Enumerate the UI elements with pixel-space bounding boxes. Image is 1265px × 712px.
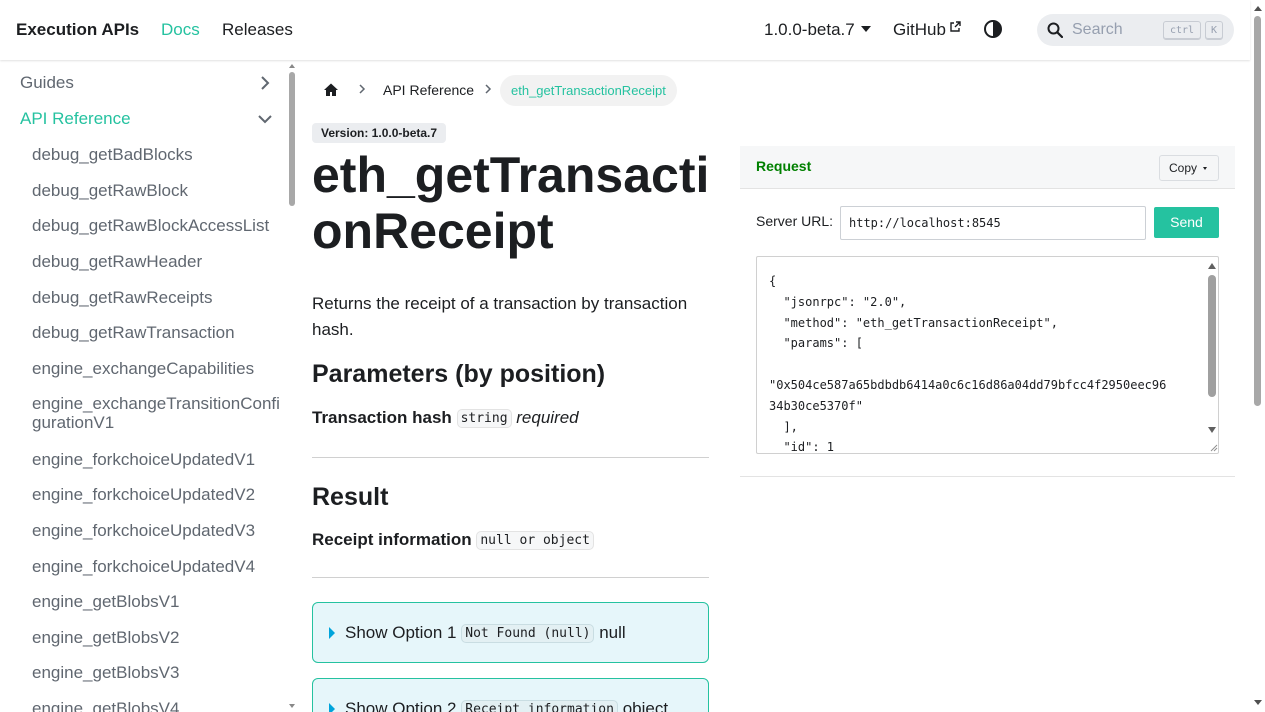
nav-link-docs[interactable]: Docs [161,20,200,40]
github-label: GitHub [893,20,946,39]
sidebar-item[interactable]: engine_getBlobsV2 [32,628,282,647]
result-name: Receipt information [312,530,472,549]
scroll-up-arrow-icon[interactable] [289,64,295,68]
param-required: required [516,408,579,427]
sidebar-item[interactable]: engine_getBlobsV1 [32,592,282,611]
breadcrumb-current: eth_getTransactionReceipt [500,75,677,106]
scroll-down-arrow-icon[interactable] [1254,700,1262,705]
chevron-down-icon [860,26,871,32]
sidebar-item[interactable]: engine_forkchoiceUpdatedV3 [32,521,282,540]
result-type: null or object [476,531,594,550]
sidebar-item[interactable]: debug_getBadBlocks [32,145,282,164]
sidebar-item[interactable]: engine_forkchoiceUpdatedV1 [32,450,282,469]
request-title: Request [756,158,812,174]
search-placeholder: Search [1072,21,1123,38]
sidebar-item[interactable]: engine_exchangeTransitionConfigurationV1 [32,394,282,432]
sidebar-item[interactable]: debug_getRawTransaction [32,323,282,342]
sidebar-item[interactable]: debug_getRawBlock [32,181,282,200]
copy-button[interactable]: Copy [1159,155,1219,181]
resize-handle-icon[interactable] [1209,443,1218,452]
editor-scrollbar[interactable] [1205,257,1218,453]
sidebar-scroll-thumb[interactable] [289,72,295,206]
option-1-toggle[interactable]: Show Option 1 Not Found (null) null [312,602,709,663]
sidebar-item[interactable]: engine_forkchoiceUpdatedV2 [32,485,282,504]
request-header: Request Copy [740,146,1235,189]
sidebar-category-api-reference[interactable]: API Reference [20,109,131,129]
github-link[interactable]: GitHub [893,20,961,40]
sidebar-item[interactable]: debug_getRawBlockAccessList [32,216,282,235]
option-2-label: Show Option 2 Receipt information object [345,699,668,712]
version-dropdown[interactable]: 1.0.0-beta.7 [764,20,871,40]
editor-scroll-thumb[interactable] [1208,275,1216,397]
sidebar-item[interactable]: debug_getRawReceipts [32,288,282,307]
sidebar: Guides API Reference debug_getBadBlocks … [0,60,287,712]
disclosure-triangle-icon [329,627,335,639]
page-scrollbar[interactable] [1250,0,1265,712]
sidebar-item[interactable]: engine_forkchoiceUpdatedV4 [32,557,282,576]
divider [740,476,1235,477]
chevron-down-icon[interactable] [257,111,273,127]
scroll-down-arrow-icon[interactable] [1208,427,1216,433]
chevron-right-icon[interactable] [257,75,273,91]
server-url-label: Server URL: [756,213,834,229]
divider [312,457,709,458]
parameters-heading: Parameters (by position) [312,360,606,388]
send-button[interactable]: Send [1154,207,1219,238]
search-button[interactable]: Search ctrl K [1037,14,1234,46]
external-link-icon [950,21,961,32]
kbd-k: K [1205,21,1223,40]
nav-link-releases[interactable]: Releases [222,20,293,40]
search-icon [1047,22,1063,38]
scroll-up-arrow-icon[interactable] [1254,6,1262,11]
version-badge: Version: 1.0.0-beta.7 [312,123,447,143]
request-panel: Request Copy Server URL: http://localhos… [740,146,1235,478]
sidebar-item[interactable]: engine_exchangeCapabilities [32,359,282,378]
option-2-toggle[interactable]: Show Option 2 Receipt information object [312,678,709,712]
kbd-ctrl: ctrl [1163,21,1201,40]
breadcrumb-separator-icon [485,84,492,94]
request-body-editor[interactable]: { "jsonrpc": "2.0", "method": "eth_getTr… [756,256,1219,454]
param-type: string [456,409,512,428]
server-url-input[interactable]: http://localhost:8545 [840,206,1146,240]
theme-toggle-icon[interactable] [983,19,1003,39]
home-icon[interactable] [323,82,339,98]
page-scroll-thumb[interactable] [1254,16,1261,406]
sidebar-item[interactable]: engine_getBlobsV4 [32,699,282,712]
version-dropdown-label: 1.0.0-beta.7 [764,20,855,39]
result-row: Receipt information null or object [312,530,594,550]
scroll-up-arrow-icon[interactable] [1208,263,1216,269]
main-content: API Reference eth_getTransactionReceipt … [297,60,727,712]
breadcrumb-api-reference[interactable]: API Reference [383,82,474,98]
option-1-label: Show Option 1 Not Found (null) null [345,623,626,643]
scroll-down-arrow-icon[interactable] [289,704,295,708]
request-body-text[interactable]: { "jsonrpc": "2.0", "method": "eth_getTr… [769,271,1199,453]
result-heading: Result [312,483,389,511]
disclosure-triangle-icon [329,703,335,712]
method-description: Returns the receipt of a transaction by … [312,294,688,339]
breadcrumb-separator-icon [359,84,366,94]
chevron-down-icon [1203,167,1208,170]
brand-title[interactable]: Execution APIs [16,20,139,40]
param-name: Transaction hash [312,408,452,427]
param-row: Transaction hash string required [312,408,579,428]
copy-label: Copy [1169,161,1198,175]
sidebar-scrollbar[interactable] [287,60,297,712]
sidebar-category-guides[interactable]: Guides [20,73,74,93]
sidebar-item[interactable]: engine_getBlobsV3 [32,663,282,682]
page-title: eth_getTransactionReceipt [312,147,710,259]
divider [312,577,709,578]
top-navbar: Execution APIs Docs Releases 1.0.0-beta.… [0,0,1250,60]
sidebar-item[interactable]: debug_getRawHeader [32,252,282,271]
